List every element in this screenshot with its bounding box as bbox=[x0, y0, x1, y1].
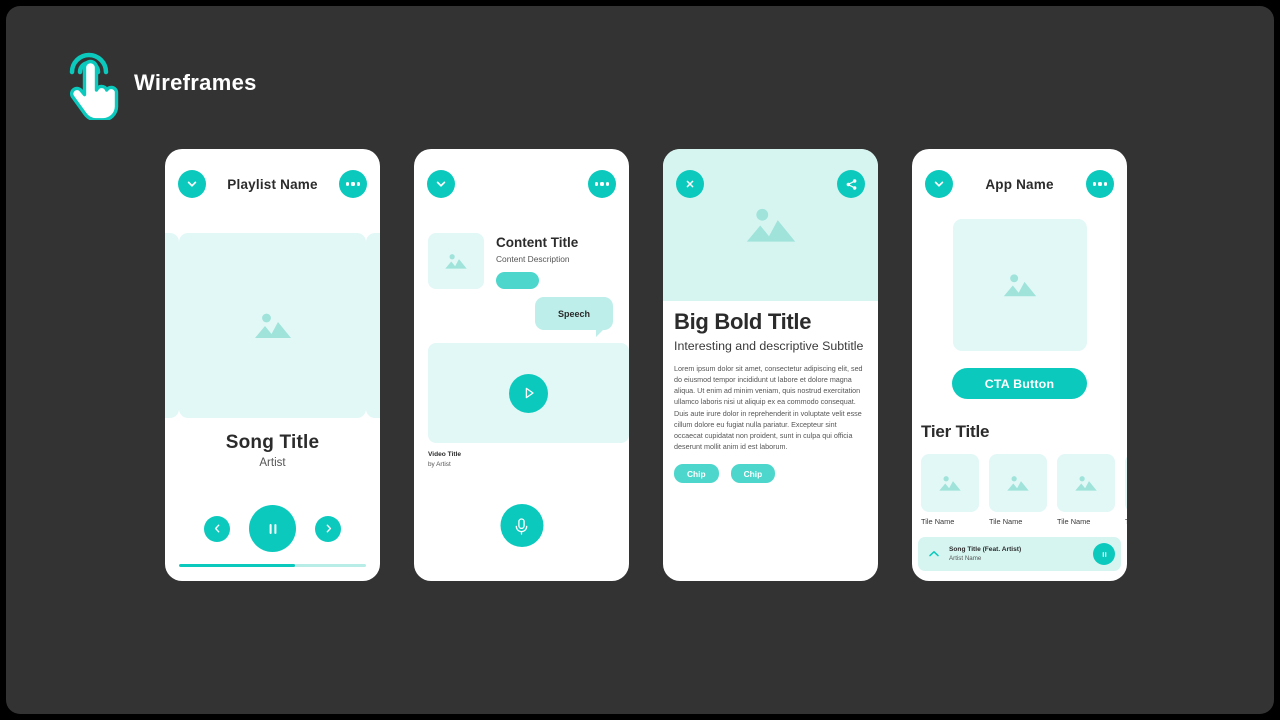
cta-button[interactable]: CTA Button bbox=[952, 368, 1087, 399]
brand-title: Wireframes bbox=[134, 70, 257, 95]
content-action-pill[interactable] bbox=[496, 272, 539, 289]
image-placeholder-icon bbox=[1003, 273, 1037, 296]
tile-carousel[interactable]: Tile Name Tile Name Tile Name Tile Name bbox=[921, 454, 1127, 526]
tile-image bbox=[1057, 454, 1115, 512]
progress-bar-fill bbox=[179, 563, 295, 567]
tile[interactable]: Tile Name bbox=[1125, 454, 1127, 526]
more-options-icon[interactable] bbox=[588, 170, 616, 198]
app-name: App Name bbox=[985, 176, 1054, 192]
album-artwork[interactable] bbox=[179, 233, 366, 418]
article-paragraph: Lorem ipsum dolor sit amet, consectetur … bbox=[674, 364, 863, 452]
phone-mockup-article: Big Bold Title Interesting and descripti… bbox=[663, 149, 878, 581]
article-title: Big Bold Title bbox=[674, 309, 812, 334]
image-placeholder-icon bbox=[445, 253, 467, 269]
share-icon[interactable] bbox=[837, 170, 865, 198]
carousel-peek-next[interactable] bbox=[366, 233, 380, 418]
previous-track-button[interactable] bbox=[204, 515, 230, 542]
mini-player-title: Song Title (Feat. Artist) bbox=[949, 546, 1022, 554]
app-hero-image bbox=[953, 219, 1087, 351]
next-track-button[interactable] bbox=[315, 515, 341, 542]
chevron-down-icon[interactable] bbox=[427, 170, 455, 198]
progress-bar[interactable] bbox=[179, 563, 366, 567]
tile[interactable]: Tile Name bbox=[1057, 454, 1115, 526]
song-title: Song Title bbox=[225, 432, 320, 453]
now-playing-info: Song Title Artist bbox=[165, 432, 380, 469]
carousel-peek-previous[interactable] bbox=[165, 233, 179, 418]
phone-mockup-content: Content Title Content Description Speech… bbox=[414, 149, 629, 581]
player-topbar: Playlist Name bbox=[165, 149, 380, 219]
playback-controls bbox=[165, 505, 380, 552]
chevron-down-icon[interactable] bbox=[925, 170, 953, 198]
speech-bubble: Speech bbox=[535, 297, 613, 337]
content-title: Content Title bbox=[496, 235, 579, 250]
article-chip-list: Chip Chip bbox=[674, 464, 867, 484]
tile-image bbox=[1125, 454, 1127, 512]
microphone-icon[interactable] bbox=[500, 504, 543, 547]
mini-player-meta: Song Title (Feat. Artist) Artist Name bbox=[949, 546, 1085, 562]
chevron-up-icon[interactable] bbox=[927, 547, 941, 561]
artwork-carousel[interactable] bbox=[165, 233, 380, 418]
app-home-topbar: App Name bbox=[912, 149, 1127, 219]
image-placeholder-icon bbox=[1007, 475, 1029, 491]
video-preview[interactable] bbox=[428, 343, 629, 443]
tile-label: Tile Name bbox=[989, 517, 1023, 526]
mini-player-artist: Artist Name bbox=[949, 554, 982, 562]
article-subtitle: Interesting and descriptive Subtitle bbox=[674, 339, 864, 353]
presentation-board: Wireframes Playlist Name Song Title Arti… bbox=[6, 6, 1274, 714]
tile-image bbox=[921, 454, 979, 512]
chevron-down-icon[interactable] bbox=[178, 170, 206, 198]
content-thumbnail bbox=[428, 233, 484, 289]
chip[interactable]: Chip bbox=[674, 464, 719, 484]
speech-bubble-tail bbox=[596, 328, 605, 337]
phone-mockup-player: Playlist Name Song Title Artist bbox=[165, 149, 380, 581]
image-placeholder-icon bbox=[254, 313, 291, 338]
content-topbar bbox=[414, 149, 629, 219]
content-description: Content Description bbox=[496, 254, 570, 264]
phone-mockup-app-home: App Name CTA Button Tier Title Tile Name bbox=[912, 149, 1127, 581]
video-artist: by Artist bbox=[428, 461, 451, 468]
image-placeholder-icon bbox=[1075, 475, 1097, 491]
close-icon[interactable] bbox=[676, 170, 704, 198]
tile[interactable]: Tile Name bbox=[921, 454, 979, 526]
content-meta: Content Title Content Description bbox=[496, 233, 615, 289]
chip[interactable]: Chip bbox=[730, 464, 776, 484]
video-title: Video Title bbox=[428, 451, 462, 458]
tile-label: Tile Name bbox=[1125, 517, 1127, 526]
more-options-icon[interactable] bbox=[339, 170, 367, 198]
tile[interactable]: Tile Name bbox=[989, 454, 1047, 526]
more-options-icon[interactable] bbox=[1086, 170, 1114, 198]
brand: Wireframes bbox=[62, 46, 257, 120]
play-pause-button[interactable] bbox=[1093, 543, 1115, 565]
content-list-item[interactable]: Content Title Content Description bbox=[428, 233, 615, 289]
play-icon[interactable] bbox=[509, 373, 548, 413]
article-body: Big Bold Title Interesting and descripti… bbox=[674, 309, 867, 484]
tile-image bbox=[989, 454, 1047, 512]
tile-label: Tile Name bbox=[921, 517, 955, 526]
speech-bubble-label: Speech bbox=[557, 308, 590, 319]
tile-label: Tile Name bbox=[1057, 517, 1091, 526]
mini-player[interactable]: Song Title (Feat. Artist) Artist Name bbox=[918, 537, 1121, 571]
song-artist: Artist bbox=[259, 457, 286, 469]
page-title: Playlist Name bbox=[227, 176, 318, 192]
play-pause-button[interactable] bbox=[249, 505, 296, 552]
tap-cursor-icon bbox=[69, 52, 119, 120]
article-topbar bbox=[663, 149, 878, 219]
tier-title: Tier Title bbox=[921, 422, 990, 441]
image-placeholder-icon bbox=[939, 475, 961, 491]
